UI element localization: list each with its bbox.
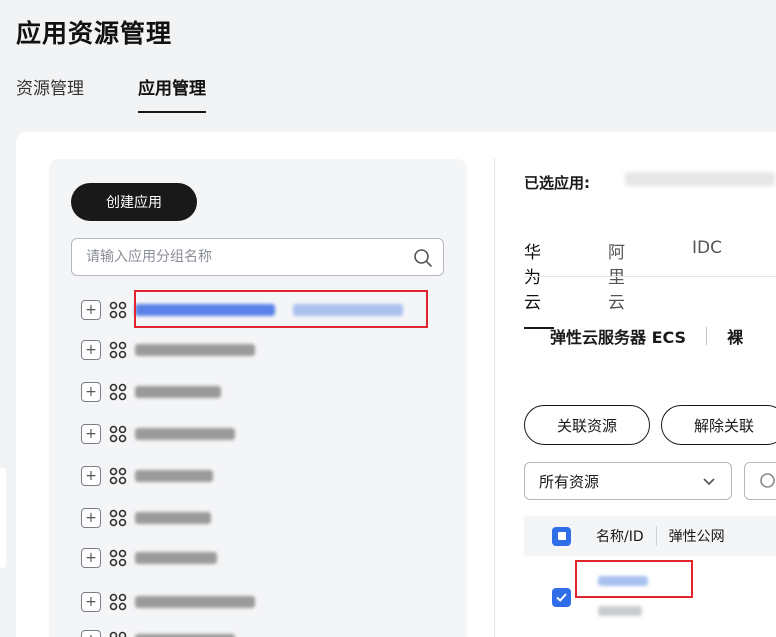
expand-icon[interactable]: + (81, 508, 101, 528)
expand-icon[interactable]: + (81, 548, 101, 568)
expand-icon[interactable]: + (81, 300, 101, 320)
create-app-button[interactable]: 创建应用 (71, 183, 197, 221)
tab-app-management[interactable]: 应用管理 (138, 74, 206, 113)
tab-huawei-cloud[interactable]: 华为云 (524, 238, 554, 329)
app-group-icon (109, 549, 127, 567)
row-id (598, 606, 642, 616)
search-icon (760, 473, 775, 488)
chevron-down-icon (701, 473, 717, 493)
selected-app-value (625, 172, 775, 186)
expand-icon[interactable]: + (81, 630, 101, 637)
tree-item[interactable]: + (81, 380, 221, 404)
app-group-icon (109, 301, 127, 319)
cloud-tabs-divider (524, 276, 776, 277)
tree-item-label (135, 428, 235, 440)
tree-item[interactable]: + (81, 546, 217, 570)
col-name-id: 名称/ID (596, 529, 644, 545)
app-group-icon (109, 631, 127, 637)
expand-icon[interactable]: + (81, 382, 101, 402)
tab-ecs[interactable]: 弹性云服务器 ECS (550, 324, 686, 348)
check-icon (556, 593, 567, 602)
app-group-search-input[interactable] (72, 239, 392, 275)
resource-filter-select[interactable]: 所有资源 (524, 462, 732, 500)
app-group-icon (109, 383, 127, 401)
tree-item[interactable]: + (81, 464, 213, 488)
service-tab-divider (706, 327, 708, 345)
app-resource-page: 应用资源管理 资源管理 应用管理 创建应用 + + + + + (0, 0, 776, 637)
search-icon[interactable] (413, 248, 433, 272)
tab-resource-management[interactable]: 资源管理 (16, 74, 84, 113)
tab-aliyun[interactable]: 阿里云 (608, 238, 638, 329)
app-group-icon (109, 341, 127, 359)
side-panel-edge (0, 468, 6, 568)
page-title: 应用资源管理 (16, 19, 173, 48)
tree-item-label (135, 512, 211, 524)
resource-filter-value: 所有资源 (539, 472, 600, 491)
select-all-checkbox[interactable] (552, 526, 580, 546)
expand-icon[interactable]: + (81, 592, 101, 612)
expand-icon[interactable]: + (81, 340, 101, 360)
highlight-box-tree (134, 290, 428, 328)
tree-item[interactable]: + (81, 590, 255, 614)
app-group-icon (109, 425, 127, 443)
tab-idc[interactable]: IDC (692, 238, 722, 329)
tree-item[interactable]: + (81, 506, 211, 530)
cloud-provider-tabs: 华为云 阿里云 IDC (524, 238, 776, 329)
app-group-icon (109, 593, 127, 611)
panel-divider (494, 158, 495, 637)
header-divider (655, 526, 657, 546)
service-tabs: 弹性云服务器 ECS 裸 (550, 324, 743, 348)
main-tabs: 资源管理 应用管理 (16, 74, 260, 113)
row-checkbox[interactable] (552, 588, 571, 607)
associate-resource-button[interactable]: 关联资源 (524, 405, 650, 445)
expand-icon[interactable]: + (81, 424, 101, 444)
tree-item-label (135, 386, 221, 398)
tree-item-label (135, 470, 213, 482)
tree-item-label (135, 596, 255, 608)
tree-item[interactable]: + (81, 338, 255, 362)
disassociate-button[interactable]: 解除关联 (661, 405, 776, 445)
tree-item-label (135, 552, 217, 564)
tree-item[interactable]: + (81, 422, 235, 446)
tree-item[interactable]: + (81, 628, 235, 637)
tree-item-label (135, 344, 255, 356)
highlight-box-row (575, 560, 693, 598)
app-group-search (71, 238, 444, 276)
resource-search[interactable] (744, 462, 776, 500)
tab-bare-metal[interactable]: 裸 (727, 324, 743, 348)
col-eip: 弹性公网 (668, 529, 725, 545)
table-header: 名称/ID 弹性公网 (524, 516, 776, 556)
app-group-icon (109, 509, 127, 527)
expand-icon[interactable]: + (81, 466, 101, 486)
selected-app-label: 已选应用: (524, 174, 590, 192)
app-group-icon (109, 467, 127, 485)
